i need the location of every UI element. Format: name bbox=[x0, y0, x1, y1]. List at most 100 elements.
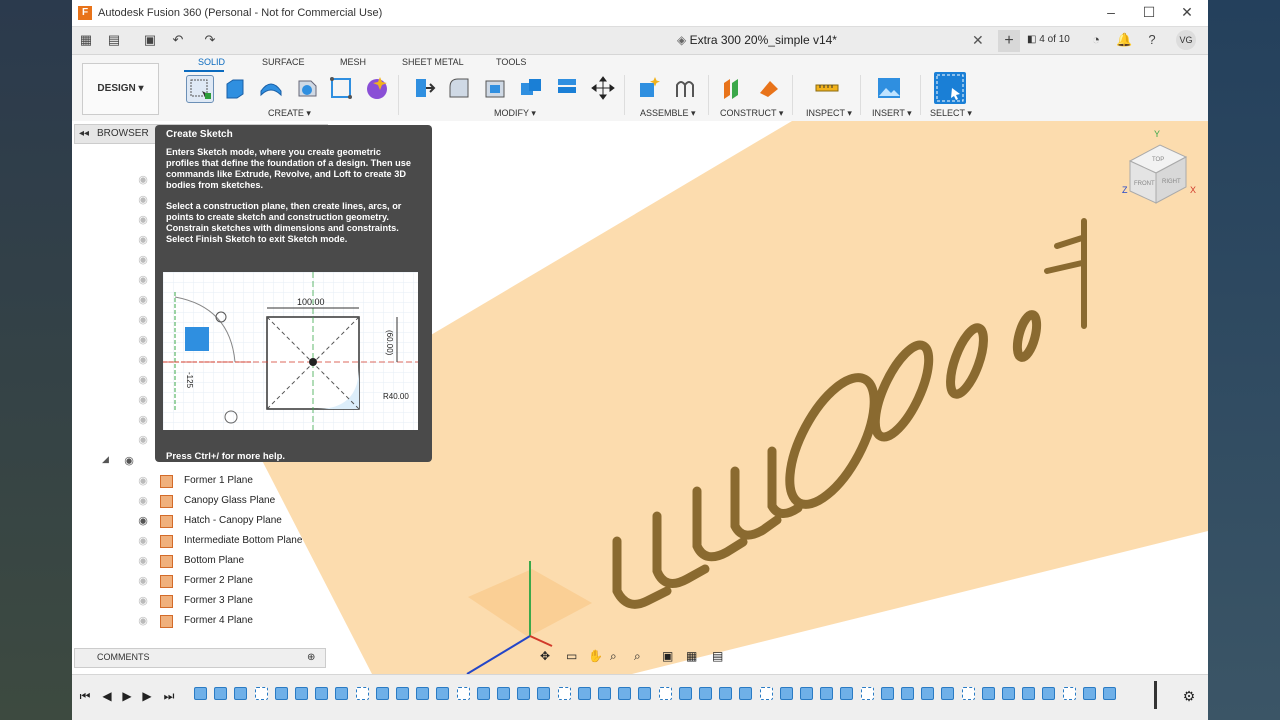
extrude-button[interactable] bbox=[222, 75, 248, 101]
offset-plane-button[interactable] bbox=[720, 75, 746, 101]
fit-zoom-icon[interactable]: ⌕ bbox=[634, 649, 641, 664]
visibility-eye-icon[interactable]: ◉ bbox=[136, 233, 150, 247]
workspace-switcher[interactable]: DESIGN ▾ bbox=[82, 63, 159, 115]
avatar[interactable]: VG bbox=[1176, 30, 1196, 50]
list-item[interactable]: ◉ Intermediate Bottom Plane bbox=[134, 532, 334, 550]
list-item[interactable]: ◉ Canopy Glass Plane bbox=[134, 492, 334, 510]
loft-button[interactable] bbox=[328, 75, 354, 101]
timeline-feature-icon[interactable] bbox=[618, 687, 632, 700]
timeline-feature-icon[interactable] bbox=[537, 687, 551, 700]
timeline-feature-icon[interactable] bbox=[274, 687, 288, 700]
orbit-icon[interactable]: ✥ bbox=[540, 649, 550, 663]
visibility-eye-icon[interactable]: ◉ bbox=[136, 554, 150, 568]
fillet-button[interactable] bbox=[446, 75, 472, 101]
visibility-eye-icon[interactable]: ◉ bbox=[136, 413, 150, 427]
timeline-first-icon[interactable]: ⏮ bbox=[78, 689, 92, 703]
visibility-eye-icon[interactable]: ◉ bbox=[136, 534, 150, 548]
visibility-eye-icon[interactable]: ◉ bbox=[136, 173, 150, 187]
timeline-feature-icon[interactable] bbox=[638, 687, 652, 700]
timeline-feature-icon[interactable] bbox=[860, 687, 874, 700]
comments-panel[interactable]: COMMENTS ⊕ bbox=[74, 648, 326, 668]
timeline-feature-icon[interactable] bbox=[759, 687, 773, 700]
timeline-feature-icon[interactable] bbox=[497, 687, 510, 700]
document-tab[interactable]: ◈ Extra 300 20%_simple v14* bbox=[527, 27, 987, 54]
help-icon[interactable]: ? bbox=[1144, 32, 1160, 48]
create-group-label[interactable]: CREATE ▾ bbox=[268, 108, 311, 119]
timeline-feature-icon[interactable] bbox=[981, 687, 995, 700]
job-status[interactable]: ◧ 4 of 10 bbox=[1027, 34, 1070, 45]
maximize-button[interactable]: ☐ bbox=[1134, 4, 1164, 21]
timeline-feature-icon[interactable] bbox=[1002, 687, 1015, 700]
timeline-feature-icon[interactable] bbox=[921, 687, 935, 700]
timeline-feature-icon[interactable] bbox=[335, 687, 349, 700]
timeline-feature-icon[interactable] bbox=[416, 687, 430, 700]
visibility-eye-icon[interactable]: ◉ bbox=[136, 313, 150, 327]
tab-sheet-metal[interactable]: SHEET METAL bbox=[402, 57, 464, 67]
minimize-button[interactable]: – bbox=[1096, 4, 1126, 20]
history-clock-icon[interactable]: ◔ bbox=[1088, 32, 1104, 48]
insert-image-button[interactable] bbox=[876, 75, 902, 101]
timeline-feature-icon[interactable] bbox=[254, 687, 268, 700]
combine-button[interactable] bbox=[518, 75, 544, 101]
data-panel-grid-icon[interactable]: ▦ bbox=[78, 32, 94, 48]
close-document-icon[interactable]: ✕ bbox=[972, 32, 984, 49]
display-settings-icon[interactable]: ▣ bbox=[662, 649, 673, 663]
list-item[interactable]: ◉ Former 2 Plane bbox=[134, 572, 334, 590]
new-component-button[interactable] bbox=[636, 75, 662, 101]
timeline-play-icon[interactable]: ▶ bbox=[120, 689, 134, 703]
timeline-feature-icon[interactable] bbox=[436, 687, 450, 700]
timeline-feature-icon[interactable] bbox=[840, 687, 854, 700]
save-icon[interactable]: ▣ bbox=[142, 32, 158, 48]
close-window-button[interactable]: ✕ bbox=[1172, 4, 1202, 21]
timeline-feature-icon[interactable] bbox=[517, 687, 531, 700]
timeline-feature-icon[interactable] bbox=[214, 687, 228, 700]
visibility-eye-icon[interactable]: ◉ bbox=[136, 373, 150, 387]
visibility-eye-icon[interactable]: ◉ bbox=[136, 614, 150, 628]
timeline-feature-icon[interactable] bbox=[678, 687, 692, 700]
press-pull-button[interactable] bbox=[410, 75, 436, 101]
timeline-feature-icon[interactable] bbox=[779, 687, 793, 700]
visibility-eye-icon[interactable]: ◉ bbox=[136, 494, 150, 508]
undo-icon[interactable]: ↶ bbox=[170, 32, 186, 48]
timeline-feature-icon[interactable] bbox=[820, 687, 834, 700]
timeline-feature-icon[interactable] bbox=[396, 687, 409, 700]
redo-icon[interactable]: ↷ bbox=[202, 32, 218, 48]
plane-at-angle-button[interactable] bbox=[756, 75, 782, 101]
timeline-feature-icon[interactable] bbox=[315, 687, 329, 700]
zoom-icon[interactable]: ⌕ bbox=[610, 649, 617, 664]
visibility-eye-icon[interactable]: ◉ bbox=[136, 433, 150, 447]
visibility-eye-icon[interactable]: ◉ bbox=[136, 333, 150, 347]
timeline-next-icon[interactable]: ▶ bbox=[140, 689, 154, 703]
notifications-bell-icon[interactable]: 🔔 bbox=[1116, 32, 1132, 48]
folder-expand-icon[interactable]: ◢ bbox=[102, 454, 109, 465]
tab-surface[interactable]: SURFACE bbox=[262, 57, 305, 67]
timeline-feature-icon[interactable] bbox=[961, 687, 975, 700]
timeline-feature-icon[interactable] bbox=[941, 687, 955, 700]
timeline-feature-icon[interactable] bbox=[1022, 687, 1036, 700]
viewports-icon[interactable]: ▤ bbox=[712, 649, 723, 663]
timeline-settings-gear-icon[interactable]: ⚙ bbox=[1182, 689, 1196, 703]
timeline-feature-icon[interactable] bbox=[355, 687, 369, 700]
create-form-button[interactable] bbox=[364, 75, 390, 101]
select-button[interactable] bbox=[934, 72, 966, 104]
create-sketch-button[interactable] bbox=[186, 75, 214, 103]
timeline-feature-icon[interactable] bbox=[194, 687, 207, 700]
timeline-feature-icon[interactable] bbox=[901, 687, 914, 700]
timeline-feature-icon[interactable] bbox=[577, 687, 591, 700]
visibility-eye-icon[interactable]: ◉ bbox=[136, 514, 150, 528]
inspect-group-label[interactable]: INSPECT ▾ bbox=[806, 108, 852, 119]
visibility-eye-icon[interactable]: ◉ bbox=[136, 353, 150, 367]
timeline-feature-icon[interactable] bbox=[375, 687, 389, 700]
timeline-feature-icon[interactable] bbox=[1082, 687, 1096, 700]
timeline-previous-icon[interactable]: ◀ bbox=[100, 689, 114, 703]
timeline-feature-icon[interactable] bbox=[658, 687, 672, 700]
visibility-eye-icon[interactable]: ◉ bbox=[136, 193, 150, 207]
visibility-eye-icon[interactable]: ◉ bbox=[136, 213, 150, 227]
assemble-group-label[interactable]: ASSEMBLE ▾ bbox=[640, 108, 696, 119]
collapse-browser-icon[interactable]: ◂◂ bbox=[79, 128, 89, 139]
modify-group-label[interactable]: MODIFY ▾ bbox=[494, 108, 536, 119]
timeline-feature-icon[interactable] bbox=[557, 687, 571, 700]
tab-tools[interactable]: TOOLS bbox=[496, 57, 526, 67]
list-item[interactable]: ◉ Former 3 Plane bbox=[134, 592, 334, 610]
add-comment-icon[interactable]: ⊕ bbox=[307, 652, 315, 663]
